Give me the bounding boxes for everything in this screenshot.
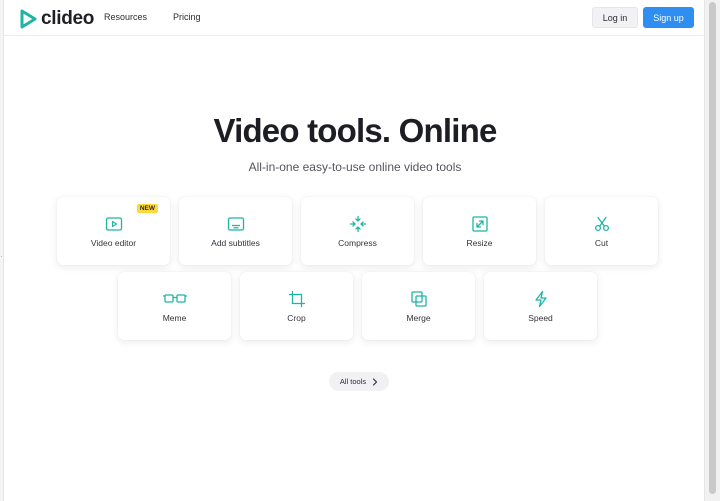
video-editor-icon <box>105 215 123 233</box>
meme-icon <box>162 290 188 308</box>
nav-item-pricing[interactable]: Pricing <box>173 12 201 22</box>
brand-name: clideo <box>41 8 95 29</box>
page-title: Video tools. Online <box>213 112 497 149</box>
compress-icon <box>349 215 367 233</box>
tool-card-meme[interactable]: Meme <box>118 272 231 340</box>
scrollbar-thumb[interactable] <box>709 2 716 494</box>
all-tools-label: All tools <box>339 377 367 386</box>
page-subtitle: All-in-one easy-to-use online video tool… <box>248 160 462 174</box>
merge-icon <box>410 290 428 308</box>
tool-label: Compress <box>338 238 377 248</box>
tool-card-add-subtitles[interactable]: Add subtitles <box>179 197 292 265</box>
tool-label: Video editor <box>90 238 137 248</box>
chevron-right-icon <box>373 377 378 386</box>
crop-icon <box>288 290 306 308</box>
nav-item-resources[interactable]: Resources <box>104 12 147 22</box>
play-logo-icon <box>20 9 37 29</box>
tool-label: Merge <box>406 313 431 323</box>
brand-logo[interactable]: clideo <box>19 8 94 30</box>
signup-button[interactable]: Sign up <box>643 7 694 28</box>
main-nav: Resources Pricing <box>104 12 201 22</box>
tool-card-speed[interactable]: Speed <box>484 272 597 340</box>
login-button[interactable]: Log in <box>592 7 638 28</box>
all-tools-button[interactable]: All tools <box>329 372 389 391</box>
scrollbar[interactable] <box>705 0 720 501</box>
tool-label: Cut <box>594 238 609 248</box>
tool-label: Meme <box>162 313 187 323</box>
tool-card-cut[interactable]: Cut <box>545 197 658 265</box>
tool-card-merge[interactable]: Merge <box>362 272 475 340</box>
tool-label: Crop <box>287 313 306 323</box>
tool-card-video-editor[interactable]: NEW Video editor <box>57 197 170 265</box>
lightning-icon <box>532 290 550 308</box>
subtitles-icon <box>227 215 245 233</box>
tool-card-resize[interactable]: Resize <box>423 197 536 265</box>
resize-icon <box>471 215 489 233</box>
tool-card-compress[interactable]: Compress <box>301 197 414 265</box>
tool-label: Speed <box>528 313 553 323</box>
tool-card-crop[interactable]: Crop <box>240 272 353 340</box>
tool-label: Resize <box>466 238 493 248</box>
tool-label: Add subtitles <box>211 238 260 248</box>
page: clideo Resources Pricing Log in Sign up … <box>3 0 706 501</box>
scissors-icon <box>593 215 611 233</box>
new-badge: NEW <box>136 204 158 213</box>
site-header: clideo Resources Pricing Log in Sign up <box>4 0 706 36</box>
